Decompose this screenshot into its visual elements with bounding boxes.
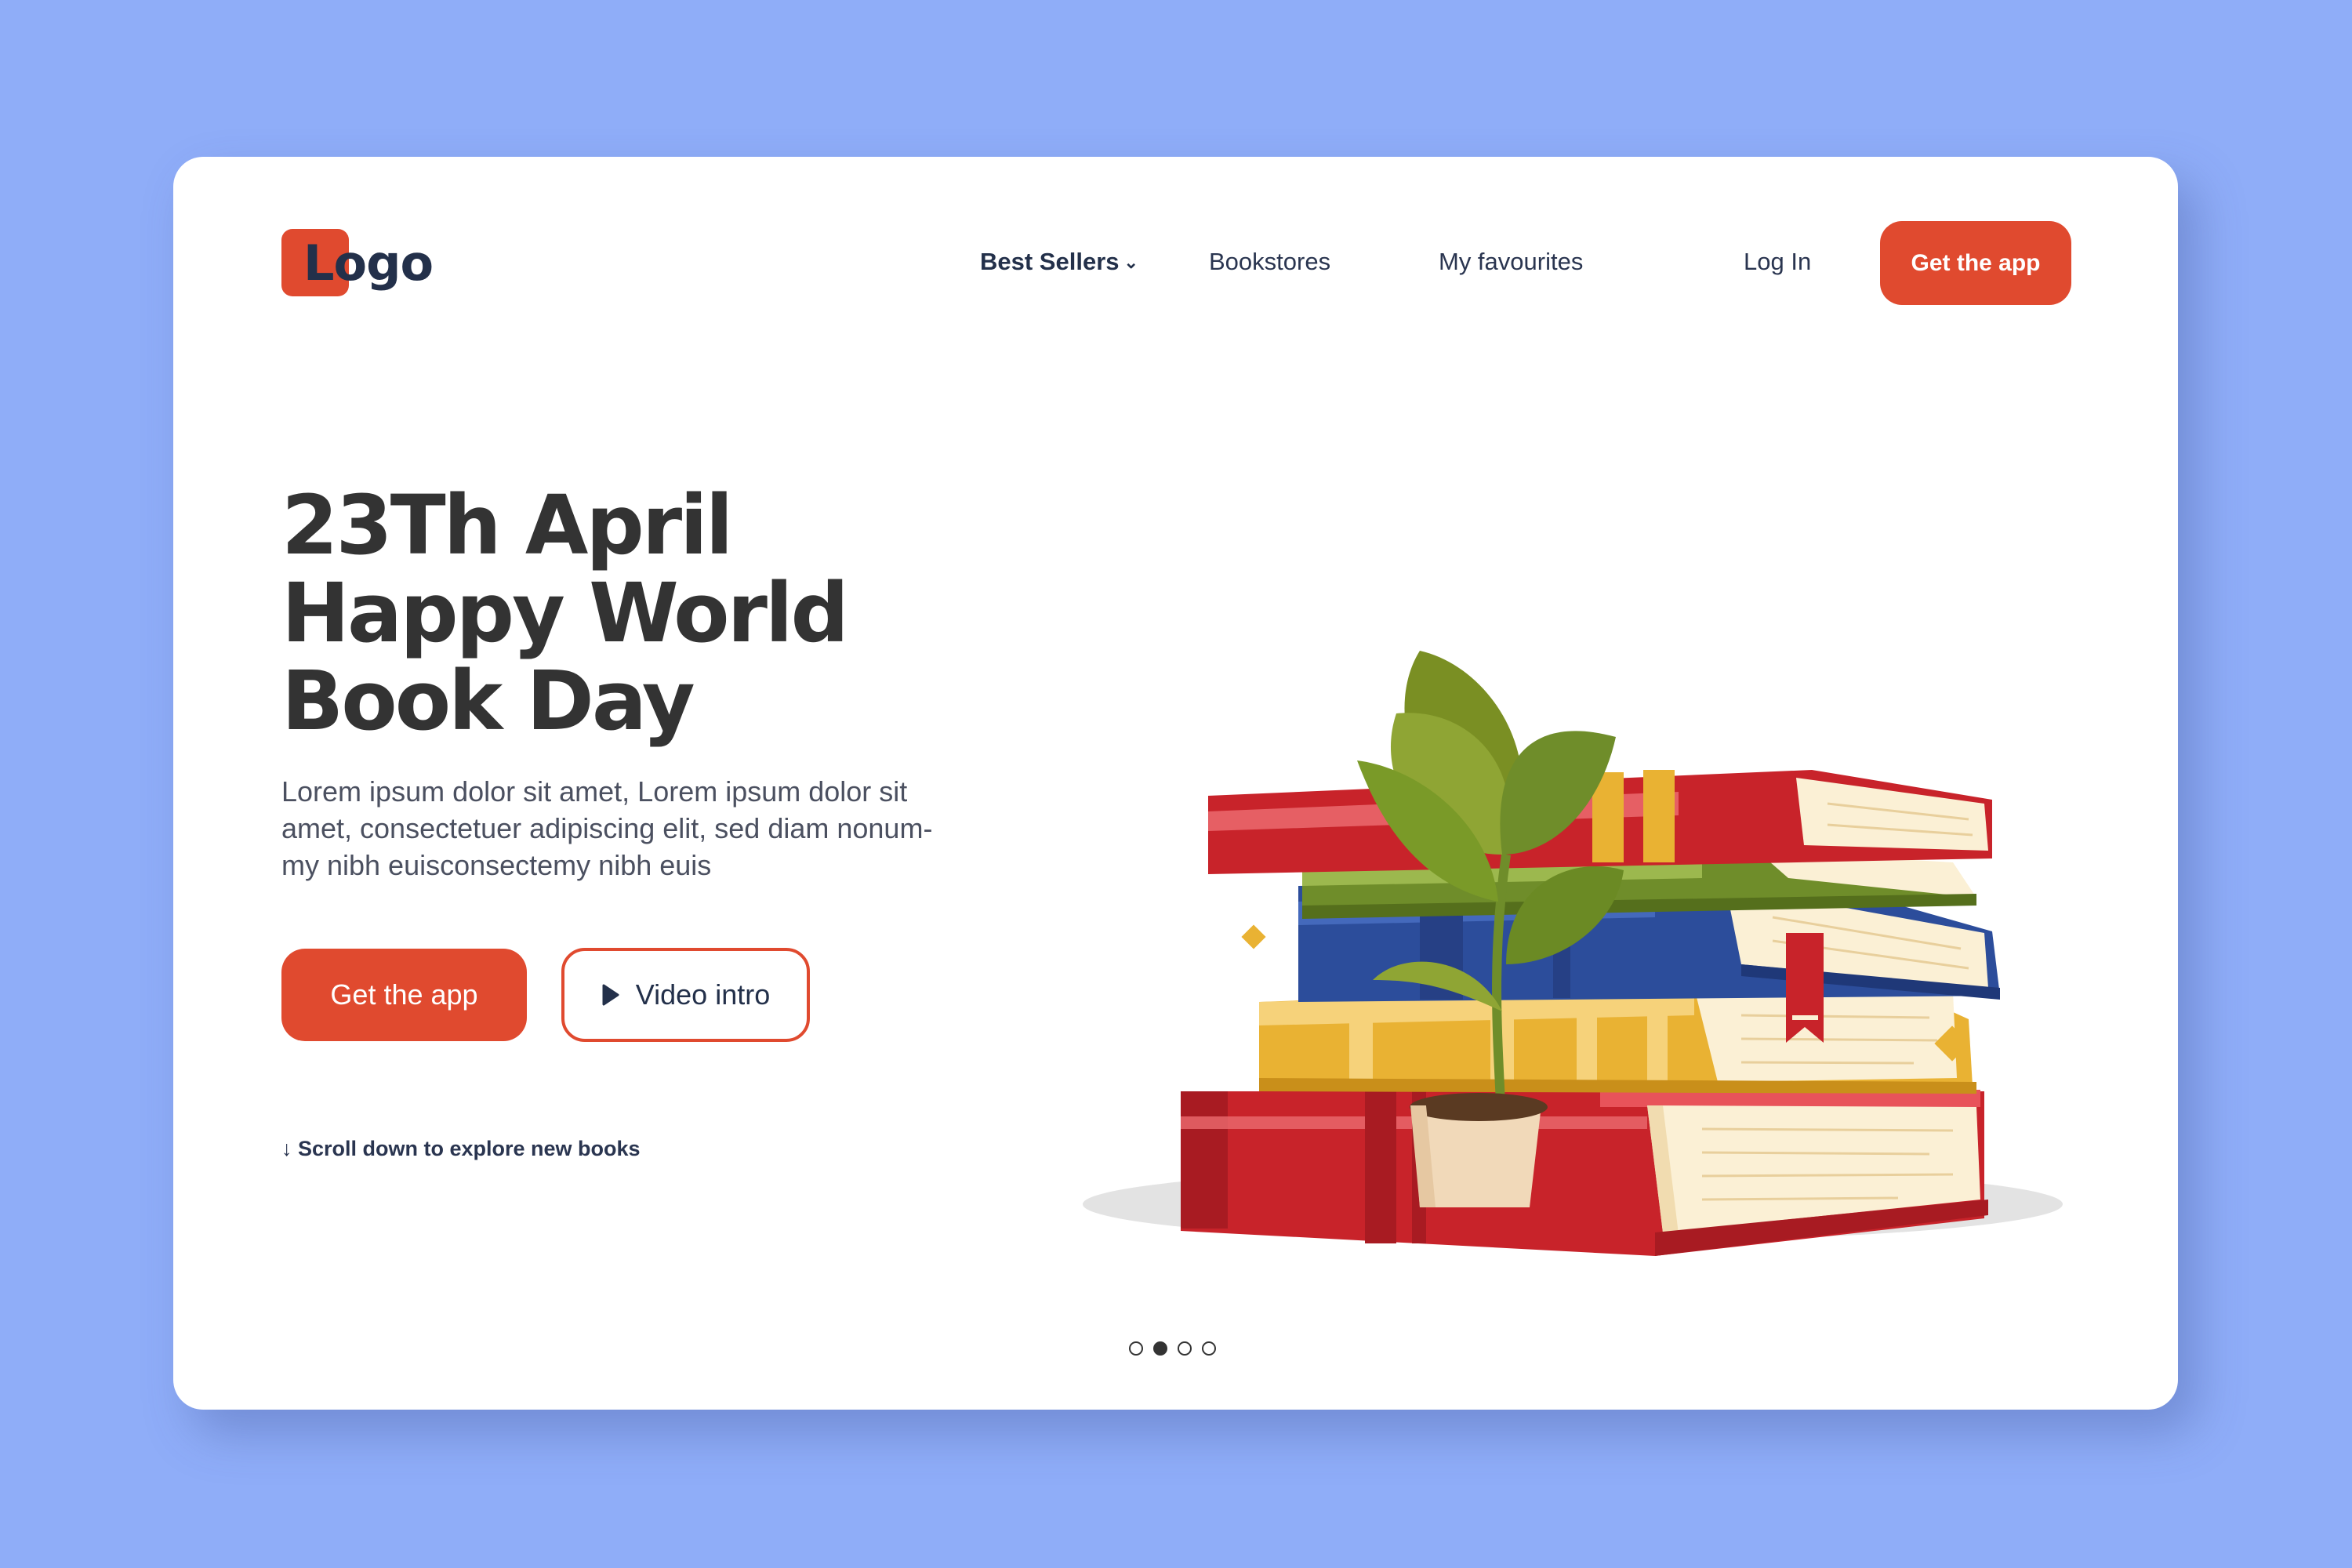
hero-title-line: Happy World	[281, 565, 849, 661]
nav-best-sellers-label: Best Sellers	[980, 248, 1120, 275]
video-intro-label: Video intro	[635, 978, 771, 1011]
landing-card: Logo Best Sellers ⌄ Bookstores My favouri…	[173, 157, 2178, 1410]
pagination-dot[interactable]	[1202, 1341, 1216, 1356]
hero-title: 23Th April Happy World Book Day	[281, 481, 987, 745]
video-intro-button[interactable]: Video intro	[561, 948, 810, 1042]
pagination-dot-active[interactable]	[1153, 1341, 1167, 1356]
hero-title-line: Book Day	[281, 653, 695, 749]
red-book-top	[1208, 770, 1992, 874]
nav-log-in[interactable]: Log In	[1744, 248, 1811, 276]
hero-description: Lorem ipsum dolor sit amet, Lorem ipsum …	[281, 773, 956, 884]
diamond-decoration	[1241, 924, 1266, 949]
logo[interactable]: Logo	[281, 229, 434, 299]
bookmark-ribbon	[1786, 933, 1824, 1043]
hero-description-line: Lorem ipsum dolor sit amet, Lorem ipsum …	[281, 775, 908, 808]
pagination-dot[interactable]	[1129, 1341, 1143, 1356]
hero-title-line: 23Th April	[281, 477, 733, 573]
nav-my-favourites[interactable]: My favourites	[1439, 248, 1583, 276]
nav-best-sellers[interactable]: Best Sellers ⌄	[980, 248, 1138, 276]
play-icon	[602, 984, 619, 1006]
hero-description-line: amet, consectetuer adipiscing elit, sed …	[281, 812, 933, 844]
pagination-dots	[1129, 1341, 1216, 1356]
hero-description-line: my nibh euisconsectemy nibh euis	[281, 849, 712, 881]
logo-text: Logo	[303, 234, 434, 292]
nav-get-app-button[interactable]: Get the app	[1880, 221, 2071, 305]
nav-bookstores[interactable]: Bookstores	[1209, 248, 1330, 276]
get-app-button[interactable]: Get the app	[281, 949, 527, 1041]
chevron-down-icon: ⌄	[1123, 252, 1138, 272]
books-illustration	[1083, 651, 2063, 1256]
scroll-hint[interactable]: ↓ Scroll down to explore new books	[281, 1137, 641, 1161]
red-book-bottom	[1181, 1090, 1988, 1256]
pagination-dot[interactable]	[1178, 1341, 1192, 1356]
